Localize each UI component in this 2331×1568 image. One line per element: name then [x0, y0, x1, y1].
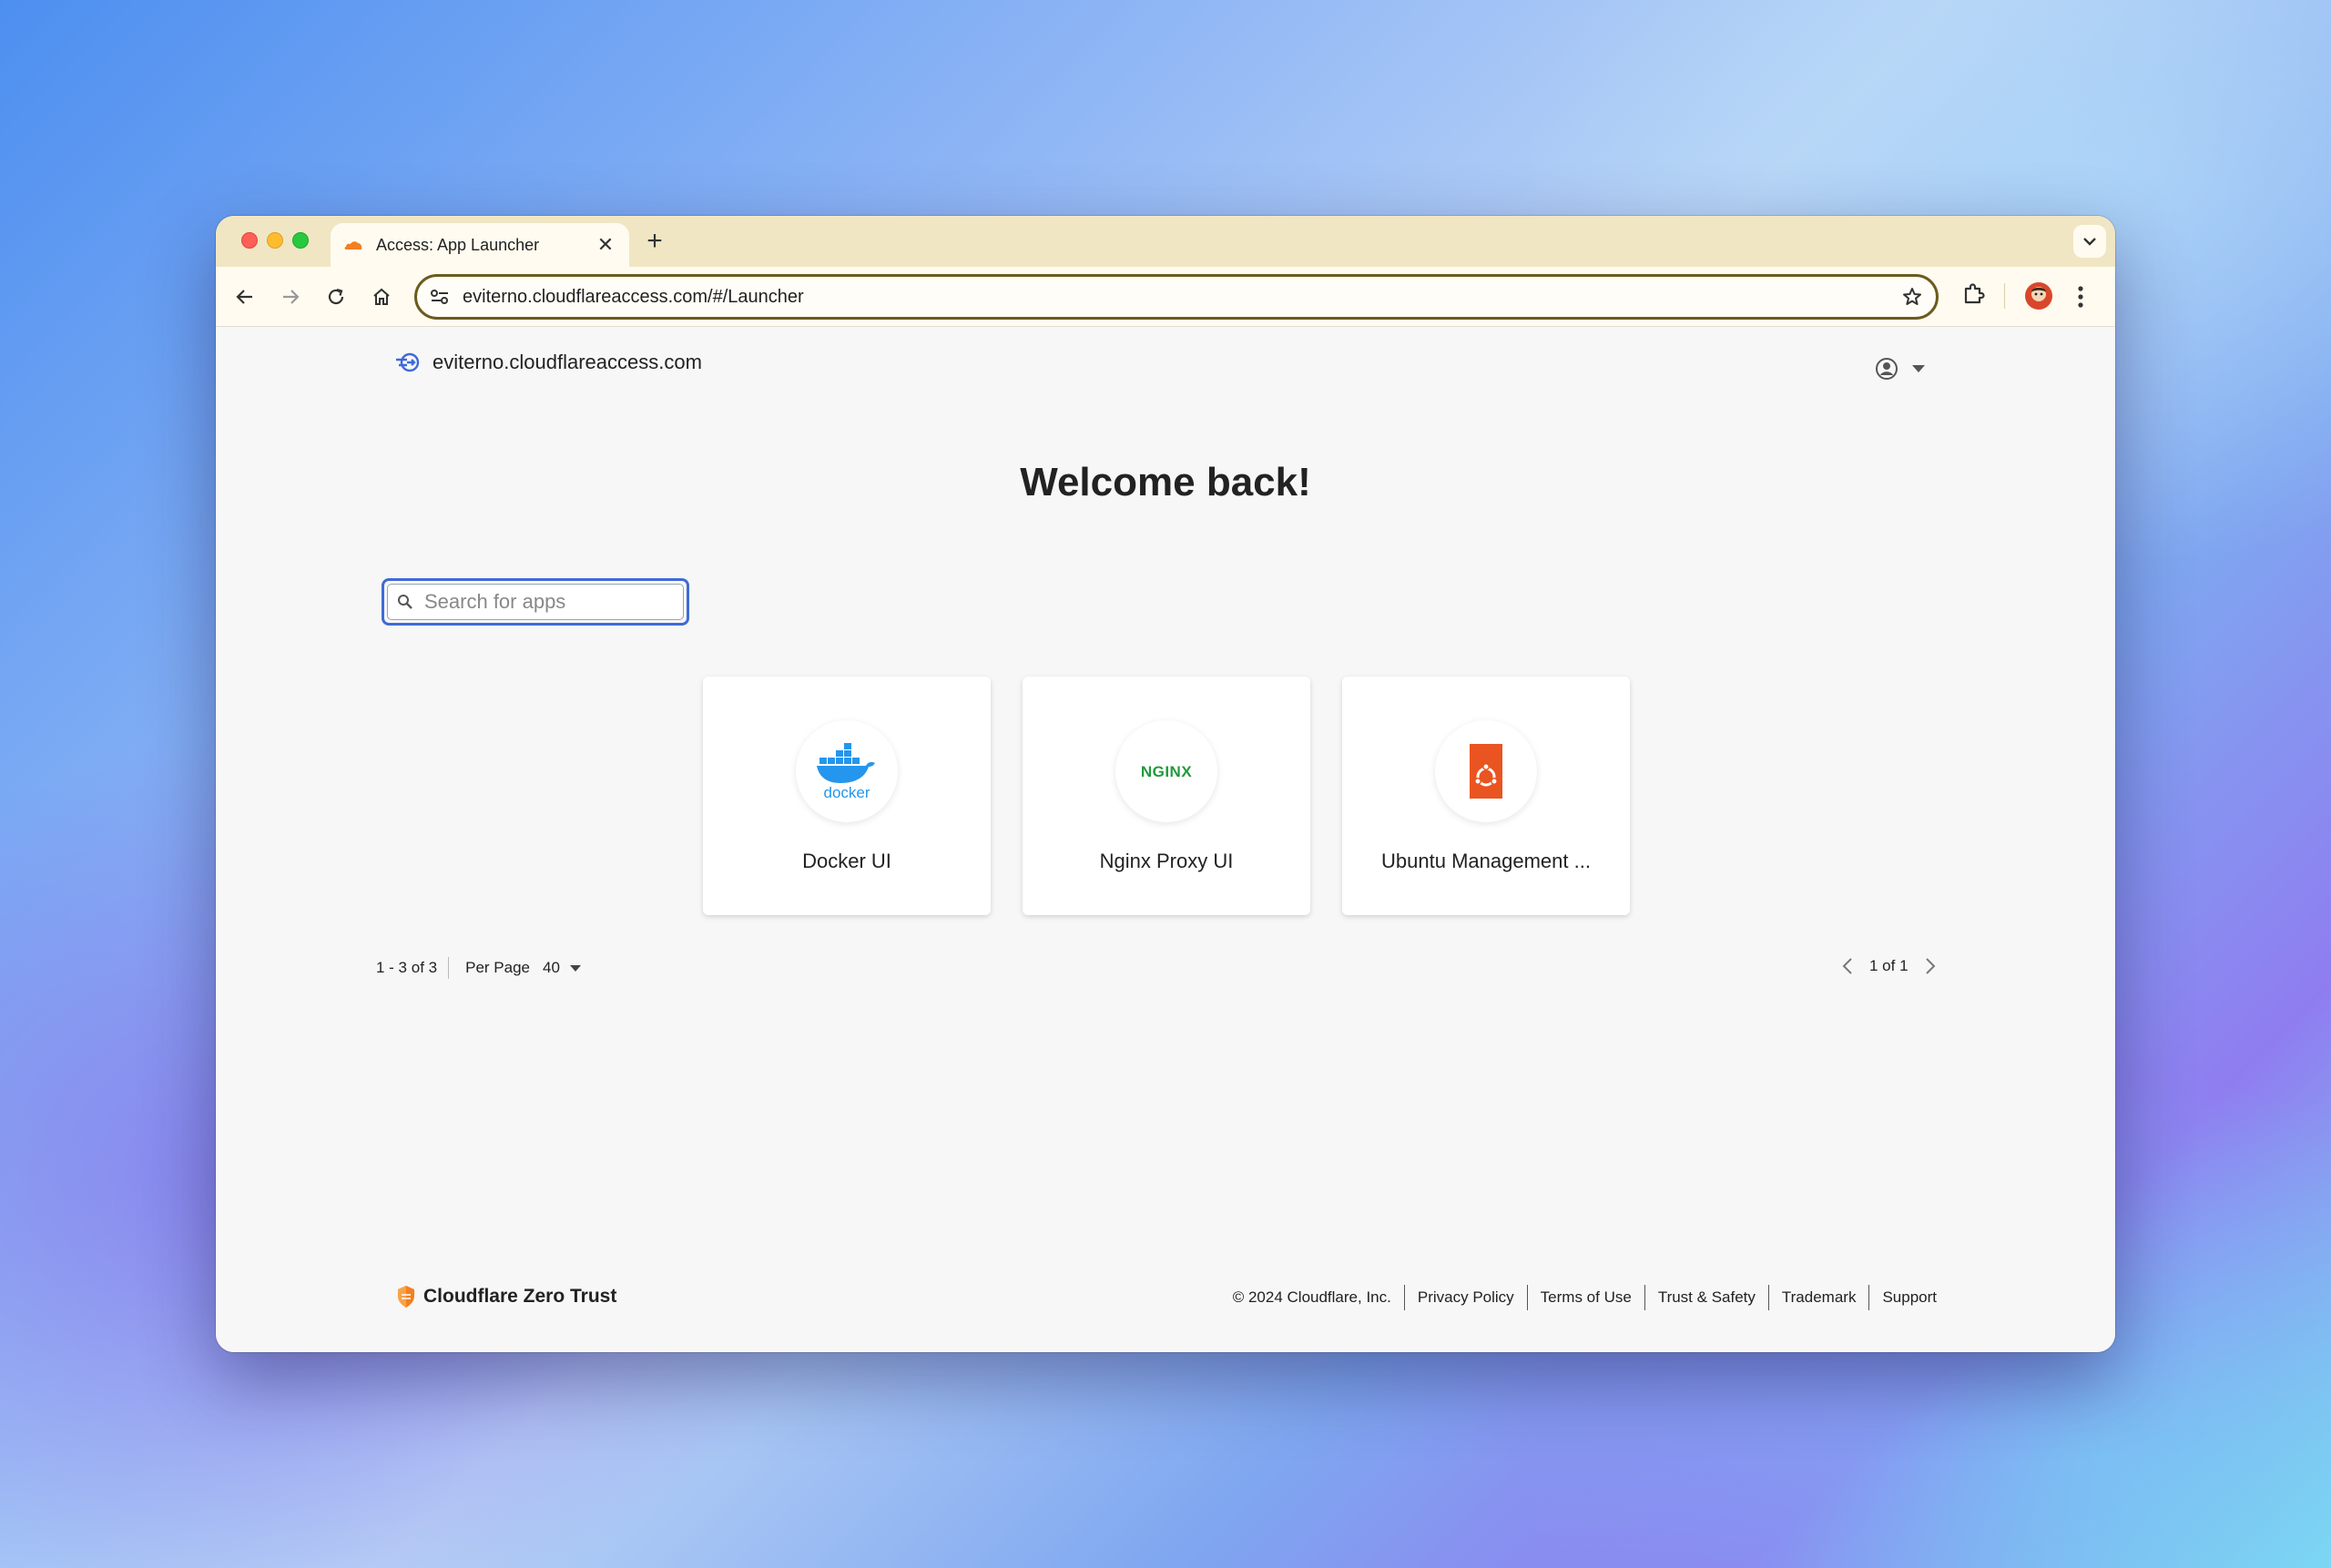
page-title: Welcome back!	[1020, 460, 1311, 504]
user-account-icon	[1876, 358, 1898, 380]
app-card-nginx-proxy-ui[interactable]: NGINX Nginx Proxy UI	[1023, 677, 1310, 915]
bookmark-star-icon[interactable]	[1901, 286, 1923, 308]
per-page-value: 40	[543, 959, 560, 976]
site-header: eviterno.cloudflareaccess.com	[394, 351, 702, 374]
access-logo-icon	[396, 352, 420, 372]
home-button[interactable]	[367, 282, 396, 311]
maximize-window-button[interactable]	[292, 232, 309, 249]
reload-icon	[328, 288, 344, 305]
avatar	[2025, 282, 2052, 310]
search-field-wrapper	[382, 578, 689, 626]
extensions-button[interactable]	[1960, 280, 1988, 312]
app-grid: docker Docker UI NGINX Nginx Proxy UI Ub…	[703, 677, 1630, 915]
footer-link-trust-safety[interactable]: Trust & Safety	[1644, 1285, 1768, 1310]
per-page-select[interactable]: 40	[543, 959, 582, 977]
footer-links: © 2024 Cloudflare, Inc. Privacy Policy T…	[1233, 1285, 1937, 1310]
footer-brand-name: Cloudflare Zero Trust	[423, 1286, 617, 1307]
app-card-label: Ubuntu Management ...	[1381, 850, 1591, 872]
toolbar-divider	[2004, 283, 2005, 309]
chevron-down-icon	[2083, 238, 2096, 246]
address-bar[interactable]: eviterno.cloudflareaccess.com/#/Launcher	[414, 274, 1939, 320]
footer-link-privacy-policy[interactable]: Privacy Policy	[1403, 1285, 1527, 1310]
pagination-summary: 1 - 3 of 3 Per Page 40	[376, 957, 582, 979]
minimize-window-button[interactable]	[267, 232, 283, 249]
browser-window: Access: App Launcher ✕ + eviterno.cloudf…	[216, 216, 2115, 1352]
footer-copyright: © 2024 Cloudflare, Inc.	[1232, 1288, 1391, 1306]
cloudflare-favicon-icon	[344, 241, 362, 249]
close-window-button[interactable]	[241, 232, 258, 249]
footer-brand: Cloudflare Zero Trust	[396, 1285, 616, 1308]
nginx-wordmark: NGINX	[1141, 763, 1193, 780]
new-tab-button[interactable]: +	[640, 227, 669, 256]
arrow-left-icon	[236, 290, 252, 304]
search-input[interactable]	[424, 590, 661, 614]
home-icon	[373, 288, 390, 305]
app-launcher-page: eviterno.cloudflareaccess.com Welcome ba…	[216, 327, 2115, 1352]
app-card-label: Docker UI	[802, 850, 891, 872]
reload-button[interactable]	[321, 282, 351, 311]
user-menu-button[interactable]	[1875, 357, 1926, 381]
forward-button[interactable]	[276, 282, 305, 311]
app-card-docker-ui[interactable]: docker Docker UI	[703, 677, 991, 915]
url-text[interactable]: eviterno.cloudflareaccess.com/#/Launcher	[463, 287, 1901, 308]
tab-search-button[interactable]	[2073, 225, 2106, 258]
tab-access-app-launcher[interactable]: Access: App Launcher ✕	[331, 223, 629, 267]
cloudflare-shield-icon	[398, 1286, 414, 1308]
more-vertical-icon	[2078, 286, 2083, 308]
page-status: 1 of 1	[1869, 957, 1909, 974]
pagination-divider	[448, 957, 450, 979]
ubuntu-logo-icon	[1470, 744, 1502, 799]
site-name: eviterno.cloudflareaccess.com	[433, 351, 702, 373]
result-range: 1 - 3 of 3	[376, 959, 438, 976]
tab-strip: Access: App Launcher ✕ +	[216, 216, 2115, 267]
app-card-label: Nginx Proxy UI	[1099, 850, 1234, 872]
caret-down-icon	[1912, 365, 1925, 372]
app-logo	[1435, 720, 1537, 822]
search-icon	[398, 595, 412, 609]
docker-wordmark: docker	[823, 784, 870, 801]
browser-toolbar: eviterno.cloudflareaccess.com/#/Launcher	[216, 267, 2115, 327]
app-card-ubuntu-management[interactable]: Ubuntu Management ...	[1342, 677, 1630, 915]
caret-down-icon	[569, 964, 581, 972]
previous-page-icon[interactable]	[1842, 957, 1853, 975]
site-settings-icon[interactable]	[430, 288, 450, 306]
docker-logo-icon: docker	[817, 743, 875, 801]
back-button[interactable]	[230, 282, 260, 311]
app-logo: NGINX	[1115, 720, 1217, 822]
footer-link-terms-of-use[interactable]: Terms of Use	[1526, 1285, 1644, 1310]
nginx-logo-icon: NGINX	[1141, 763, 1193, 780]
next-page-icon[interactable]	[1925, 957, 1936, 975]
profile-avatar-button[interactable]	[2024, 281, 2053, 315]
search-box[interactable]	[387, 584, 684, 620]
footer-link-trademark[interactable]: Trademark	[1767, 1285, 1869, 1310]
footer-link-support[interactable]: Support	[1868, 1285, 1937, 1310]
pagination-controls: 1 of 1	[1842, 957, 1936, 975]
window-controls	[241, 232, 309, 249]
browser-menu-button[interactable]	[2075, 283, 2086, 315]
arrow-right-icon	[283, 290, 300, 304]
per-page-label: Per Page	[465, 959, 530, 976]
app-logo: docker	[796, 720, 898, 822]
tab-title: Access: App Launcher	[376, 235, 540, 254]
puzzle-piece-icon	[1964, 283, 1985, 304]
tab-close-icon[interactable]: ✕	[595, 233, 616, 257]
